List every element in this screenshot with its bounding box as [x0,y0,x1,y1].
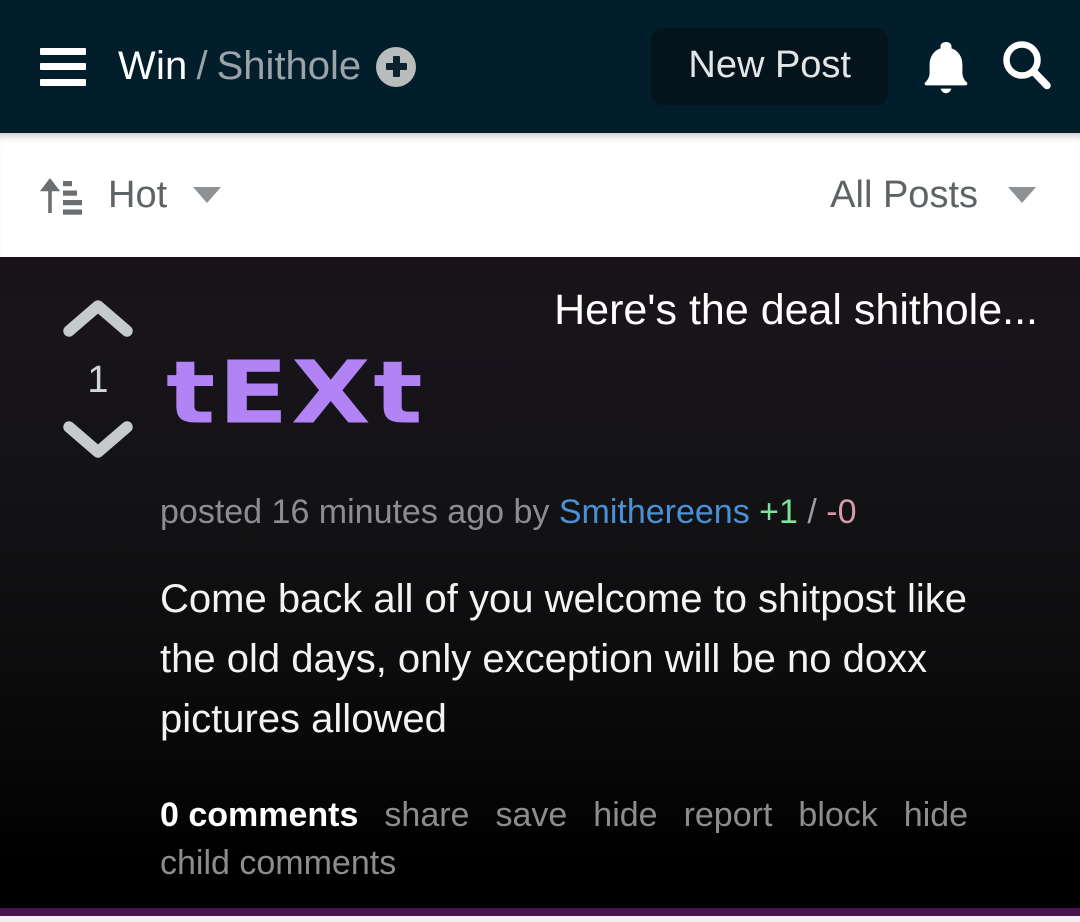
upvote-button[interactable] [61,293,135,347]
comments-link[interactable]: 0 comments [160,796,358,834]
post-action-links: 0 comments share save hide report block hide c… [160,791,990,887]
post-body-text: Come back all of you welcome to shitpost… [160,577,968,742]
footer-light-band [0,916,1080,922]
top-navigation-bar: Win / Shithole New Post [0,0,1080,133]
bell-icon [924,41,968,93]
hamburger-bar [40,47,86,55]
vote-column: 1 [44,287,152,922]
search-button[interactable] [1000,38,1054,96]
chevron-down-icon [1008,187,1036,203]
text-thumbnail-label: tEXt [166,343,426,445]
post-thumbnail[interactable]: tEXt [160,343,1040,445]
sort-label: Hot [108,173,168,216]
hide-link[interactable]: hide [593,796,657,834]
save-link[interactable]: save [495,796,567,834]
post-item: 1 Here's the deal shithole... tEXt poste… [0,257,1080,922]
sort-dropdown[interactable]: Hot [40,173,222,217]
hamburger-bar [40,78,86,86]
breadcrumb: Win / Shithole [118,44,417,89]
downvote-button[interactable] [61,411,135,465]
post-content: Here's the deal shithole... tEXt posted … [152,287,1040,922]
hamburger-menu-icon[interactable] [40,47,86,86]
breadcrumb-separator: / [196,44,208,88]
upvote-count: +1 [759,493,798,532]
post-filter-dropdown[interactable]: All Posts [830,174,1036,217]
report-link[interactable]: report [684,796,773,834]
sort-ascending-icon [40,178,82,215]
post-filter-label: All Posts [830,173,978,216]
share-link[interactable]: share [384,796,469,834]
post-author-link[interactable]: Smithereens [559,493,750,531]
vote-score: 1 [87,359,109,401]
block-link[interactable]: block [798,796,877,834]
post-metadata: posted 16 minutes ago by Smithereens +1 … [160,495,1040,529]
search-icon [1003,40,1051,89]
app-root: Win / Shithole New Post Hot All Posts 1 … [0,0,1080,922]
new-post-button[interactable]: New Post [651,28,888,105]
posted-time-text: posted 16 minutes ago by [160,493,550,532]
community-name[interactable]: Shithole [217,44,362,89]
hamburger-bar [40,63,86,70]
footer-accent-band [0,908,1080,916]
sort-filter-bar: Hot All Posts [0,133,1080,257]
downvote-count: -0 [826,493,857,532]
plus-circle-icon[interactable] [376,46,417,87]
vote-separator: / [807,493,817,532]
chevron-down-icon [193,187,222,203]
notifications-button[interactable] [920,38,972,96]
post-title[interactable]: Here's the deal shithole... [160,287,1040,334]
brand-name[interactable]: Win [118,44,188,89]
post-feed: 1 Here's the deal shithole... tEXt poste… [0,257,1080,922]
